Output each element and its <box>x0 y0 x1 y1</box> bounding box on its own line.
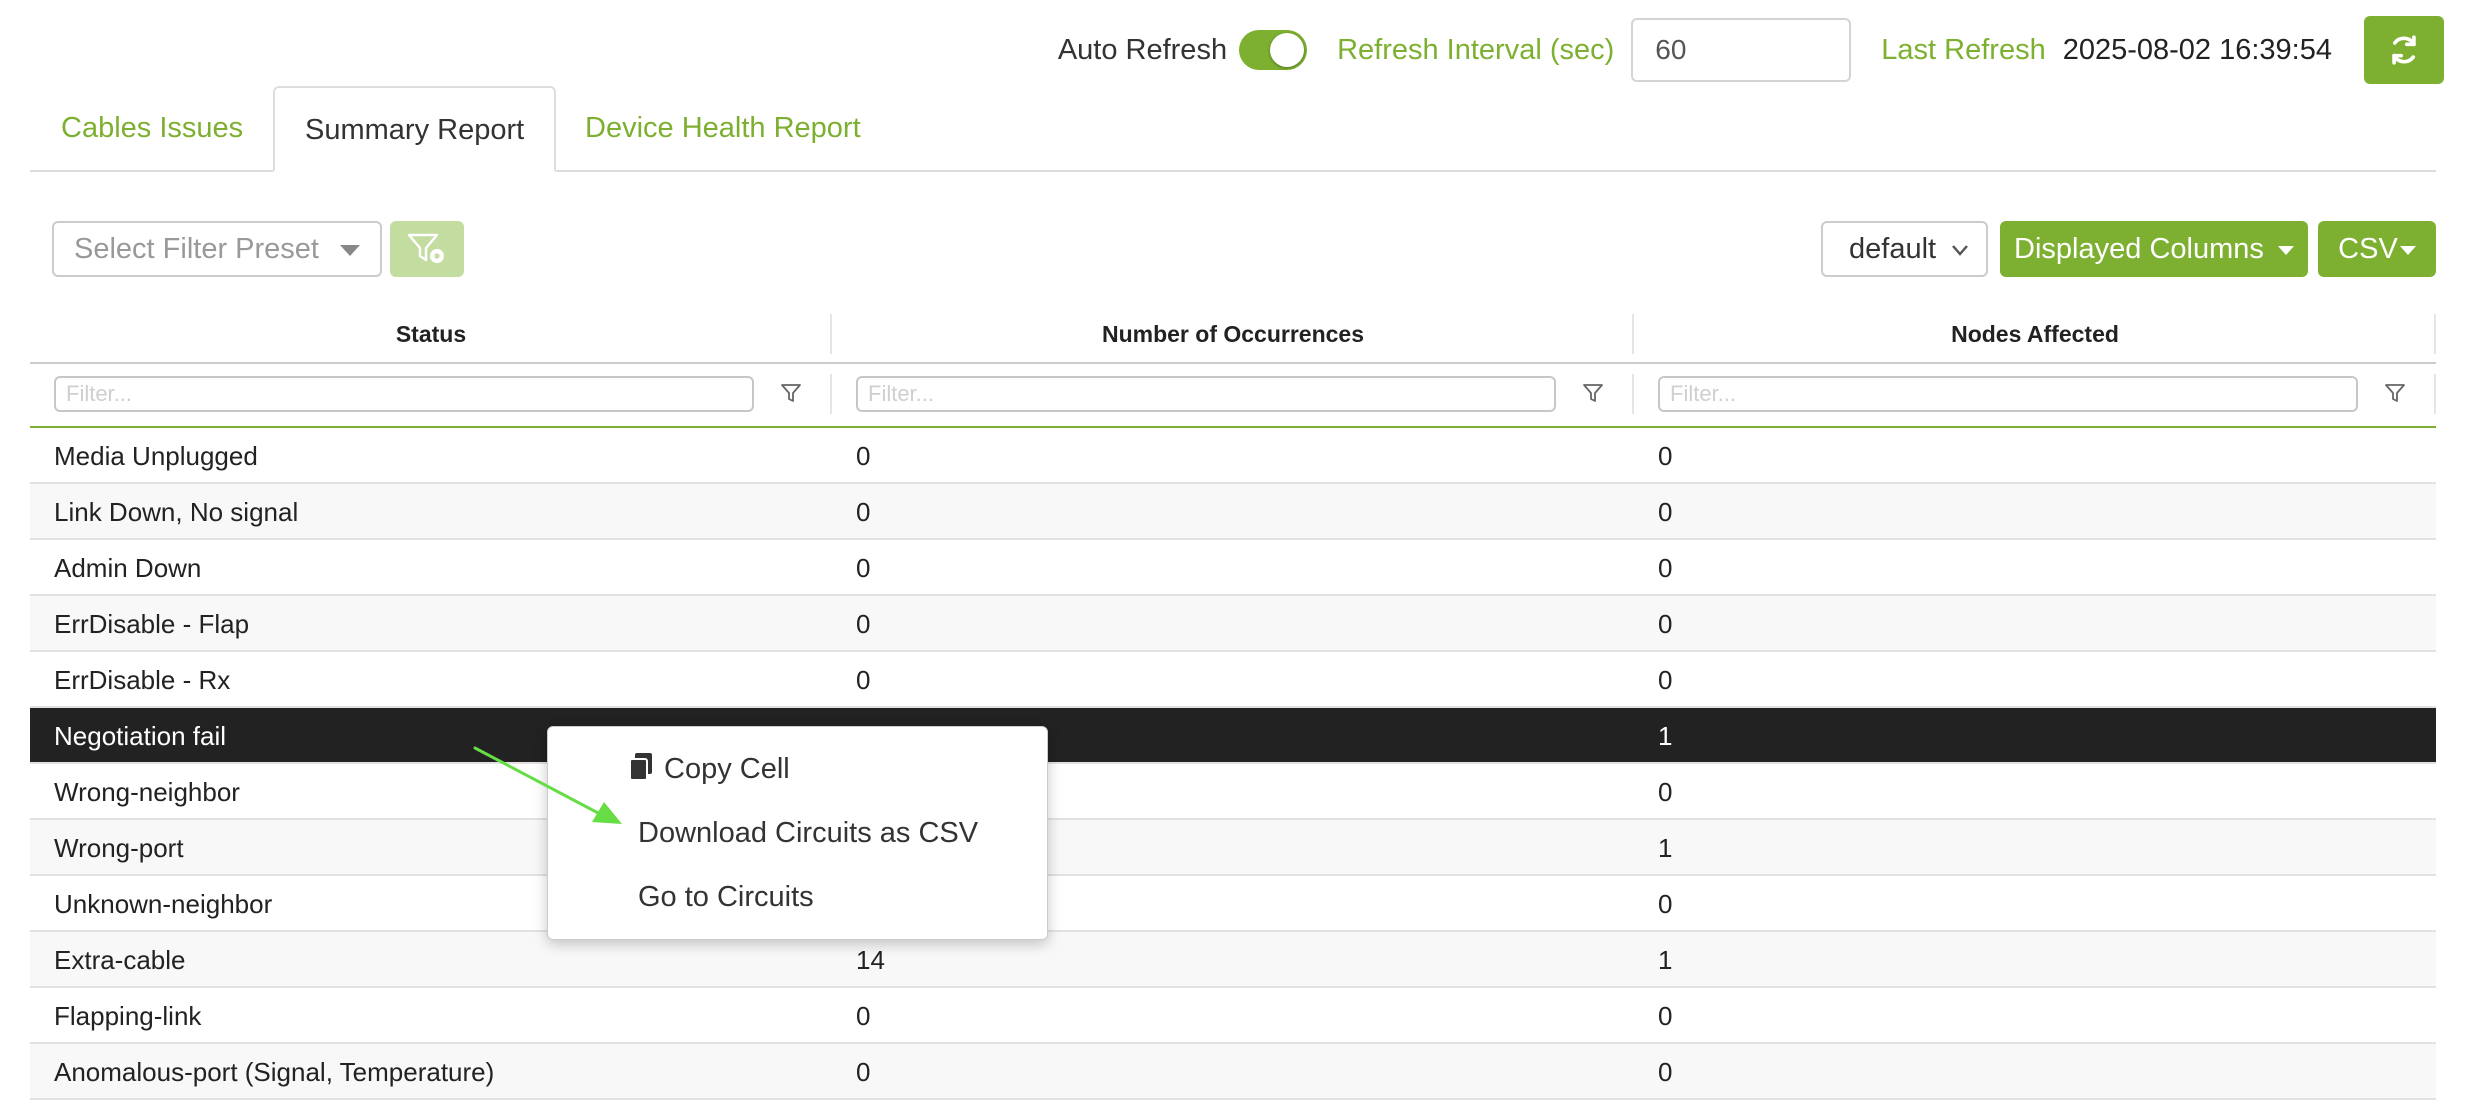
copy-cell-label: Copy Cell <box>664 753 790 785</box>
occurrences-cell[interactable]: 0 <box>832 484 1634 538</box>
occurrences-cell[interactable]: 14 <box>832 932 1634 986</box>
grid-filter-row <box>30 364 2436 428</box>
status-cell[interactable]: Flapping-link <box>30 988 832 1042</box>
status-cell[interactable]: Admin Down <box>30 540 832 594</box>
filter-preset-placeholder: Select Filter Preset <box>74 233 319 265</box>
occurrences-cell[interactable]: 0 <box>832 428 1634 482</box>
table-row[interactable]: Unknown-neighbor 0 <box>30 876 2436 932</box>
nodes-affected-cell[interactable]: 0 <box>1634 428 2436 482</box>
toggle-knob <box>1270 33 1305 67</box>
column-header-label: Status <box>395 321 467 347</box>
auto-refresh-label: Auto Refresh <box>1057 33 1228 66</box>
report-tabs: Cables Issues Summary Report Device Heal… <box>30 86 2436 172</box>
occurrences-cell[interactable]: 0 <box>832 988 1634 1042</box>
filter-cell-occurrences <box>832 364 1634 426</box>
refresh-interval-input[interactable] <box>1631 18 1852 82</box>
filter-cell-status <box>30 364 832 426</box>
table-row[interactable]: Extra-cable 14 1 <box>30 932 2436 988</box>
tab-summary-report[interactable]: Summary Report <box>273 86 557 172</box>
view-select[interactable]: default <box>1821 221 1988 277</box>
nodes-affected-cell[interactable]: 1 <box>1634 820 2436 874</box>
context-menu-download-circuits-csv[interactable]: Download Circuits as CSV <box>638 817 978 850</box>
annotation-arrow <box>473 746 622 824</box>
occurrences-filter-input[interactable] <box>856 376 1556 412</box>
summary-grid: Status Number of Occurrences Nodes Affec… <box>30 306 2436 1100</box>
table-row[interactable]: Link Down, No signal 0 0 <box>30 484 2436 540</box>
table-row[interactable]: Wrong-port 1 <box>30 820 2436 876</box>
nodes-affected-cell[interactable]: 0 <box>1634 596 2436 650</box>
table-row[interactable]: Anomalous-port (Signal, Temperature) 0 0 <box>30 1044 2436 1100</box>
auto-refresh-toggle[interactable] <box>1239 30 1308 70</box>
top-bar: Auto Refresh Refresh Interval (sec) Last… <box>1058 16 2444 84</box>
status-filter-input[interactable] <box>54 376 754 412</box>
last-refresh-label: Last Refresh <box>1881 33 2046 66</box>
grid-header-row: Status Number of Occurrences Nodes Affec… <box>30 306 2436 364</box>
copy-icon <box>629 753 652 782</box>
nodes-affected-cell[interactable]: 0 <box>1634 876 2436 930</box>
filter-preset-select[interactable]: Select Filter Preset <box>52 221 382 277</box>
filter-preset-settings-button[interactable] <box>390 221 464 277</box>
nodes-affected-cell[interactable]: 0 <box>1634 652 2436 706</box>
filter-icon[interactable] <box>2384 382 2406 404</box>
context-menu-go-to-circuits[interactable]: Go to Circuits <box>638 881 814 914</box>
filter-cell-nodes-affected <box>1634 364 2436 426</box>
csv-button[interactable]: CSV <box>2318 221 2436 277</box>
nodes-affected-cell[interactable]: 0 <box>1634 1044 2436 1098</box>
refresh-icon <box>2392 35 2416 65</box>
occurrences-cell[interactable]: 0 <box>832 540 1634 594</box>
status-cell[interactable]: ErrDisable - Flap <box>30 596 832 650</box>
last-refresh-value: 2025-08-02 16:39:54 <box>2062 33 2332 66</box>
status-cell[interactable]: Anomalous-port (Signal, Temperature) <box>30 1044 832 1098</box>
table-row[interactable]: Wrong-neighbor 0 <box>30 764 2436 820</box>
context-menu-copy-cell[interactable]: Copy Cell <box>628 753 790 786</box>
table-row[interactable]: Admin Down 0 0 <box>30 540 2436 596</box>
column-header-status[interactable]: Status <box>30 306 832 362</box>
view-select-value: default <box>1849 233 1937 265</box>
column-header-nodes-affected[interactable]: Nodes Affected <box>1634 306 2436 362</box>
refresh-button[interactable] <box>2364 16 2444 84</box>
column-header-label: Number of Occurrences <box>1101 321 1365 347</box>
tab-device-health-report[interactable]: Device Health Report <box>585 86 861 170</box>
status-cell[interactable]: ErrDisable - Rx <box>30 652 832 706</box>
status-cell[interactable]: Link Down, No signal <box>30 484 832 538</box>
filter-icon[interactable] <box>1582 382 1604 404</box>
csv-label: CSV <box>2338 233 2398 265</box>
nodes-affected-cell[interactable]: 0 <box>1634 540 2436 594</box>
caret-down-icon <box>2399 245 2416 255</box>
status-cell[interactable]: Media Unplugged <box>30 428 832 482</box>
nodes-affected-cell[interactable]: 1 <box>1634 932 2436 986</box>
nodes-affected-cell[interactable]: 0 <box>1634 764 2436 818</box>
table-row[interactable]: ErrDisable - Flap 0 0 <box>30 596 2436 652</box>
grid-body: Media Unplugged 0 0 Link Down, No signal… <box>30 428 2436 1100</box>
occurrences-cell[interactable]: 0 <box>832 596 1634 650</box>
caret-down-icon <box>340 245 360 256</box>
table-row[interactable]: Flapping-link 0 0 <box>30 988 2436 1044</box>
tab-cables-issues[interactable]: Cables Issues <box>61 86 243 170</box>
filter-settings-icon <box>407 233 444 263</box>
table-row[interactable]: ErrDisable - Rx 0 0 <box>30 652 2436 708</box>
nodes-affected-filter-input[interactable] <box>1658 376 2358 412</box>
occurrences-cell[interactable]: 0 <box>832 1044 1634 1098</box>
caret-down-icon <box>2277 245 2294 255</box>
refresh-interval-label: Refresh Interval (sec) <box>1337 33 1615 66</box>
occurrences-cell[interactable]: 0 <box>832 652 1634 706</box>
nodes-affected-cell[interactable]: 0 <box>1634 484 2436 538</box>
displayed-columns-label: Displayed Columns <box>2014 233 2264 265</box>
filter-icon[interactable] <box>780 382 802 404</box>
status-cell[interactable]: Extra-cable <box>30 932 832 986</box>
table-row-selected[interactable]: Negotiation fail 1 <box>30 708 2436 764</box>
column-header-label: Nodes Affected <box>1951 321 2119 347</box>
nodes-affected-cell[interactable]: 0 <box>1634 988 2436 1042</box>
chevron-down-icon <box>1952 245 1968 256</box>
column-header-occurrences[interactable]: Number of Occurrences <box>832 306 1634 362</box>
displayed-columns-button[interactable]: Displayed Columns <box>2000 221 2308 277</box>
table-row[interactable]: Media Unplugged 0 0 <box>30 428 2436 484</box>
nodes-affected-cell[interactable]: 1 <box>1634 708 2436 762</box>
